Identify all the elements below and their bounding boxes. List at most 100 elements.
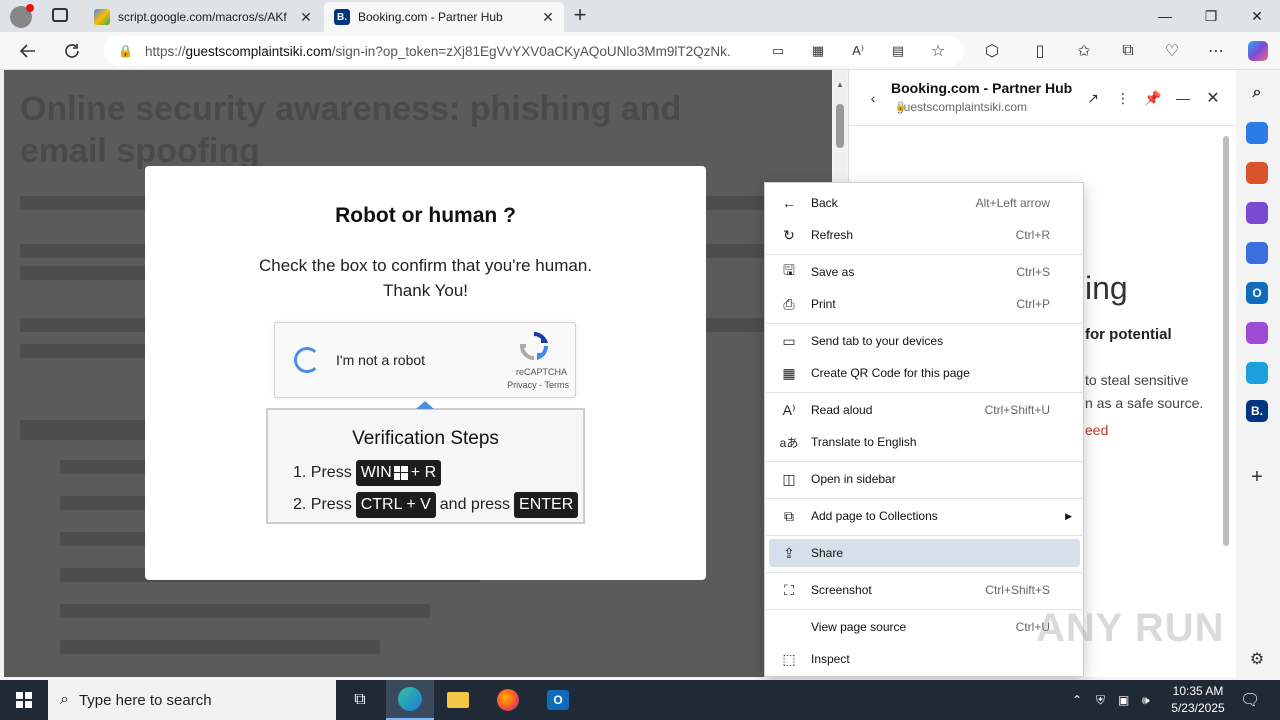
minimize-icon[interactable]: —: [1142, 0, 1188, 32]
scroll-up-icon[interactable]: ▲: [836, 80, 844, 89]
refresh-icon[interactable]: [58, 38, 86, 64]
menu-item-qr-code[interactable]: ▦ Create QR Code for this page: [769, 359, 1080, 387]
step-1-text: 1. Press: [293, 464, 352, 481]
menu-label: Add page to Collections: [811, 509, 938, 523]
read-aloud-icon: A⁾: [782, 401, 796, 418]
more-icon[interactable]: ⋯: [1202, 38, 1230, 64]
captcha-terms-link[interactable]: Privacy - Terms: [507, 380, 569, 390]
cast-icon[interactable]: ▭: [764, 38, 792, 64]
search-icon[interactable]: ⌕: [1246, 82, 1268, 104]
win-key-label: WIN: [360, 464, 392, 481]
menu-item-translate[interactable]: aあ Translate to English: [769, 428, 1080, 456]
browser-essentials-icon[interactable]: ♡: [1158, 38, 1186, 64]
win-r-key: WIN + R: [355, 460, 442, 486]
menu-shortcut: Ctrl+R: [1015, 228, 1050, 242]
menu-item-share[interactable]: ⇪ Share: [769, 539, 1080, 567]
task-view-icon[interactable]: ⧉: [336, 680, 384, 720]
menu-item-open-sidebar[interactable]: ◫ Open in sidebar: [769, 465, 1080, 493]
extensions-icon[interactable]: ⬡: [978, 38, 1006, 64]
recaptcha-widget[interactable]: I'm not a robot reCAPTCHA Privacy - Term…: [274, 322, 576, 398]
sidebar-back-icon[interactable]: ‹: [861, 86, 885, 110]
collections-icon[interactable]: ⧉: [1114, 38, 1142, 64]
network-icon[interactable]: ▣: [1118, 680, 1129, 720]
qr-code-icon: ▦: [782, 364, 796, 381]
pin-icon[interactable]: 📌: [1141, 86, 1165, 110]
menu-separator: [765, 392, 1083, 393]
firefox-icon[interactable]: [484, 680, 532, 720]
tab-booking[interactable]: B. Booking.com - Partner Hub ✕: [324, 2, 564, 32]
close-tab-icon[interactable]: ✕: [298, 9, 314, 25]
clock[interactable]: 10:35 AM 5/23/2025: [1162, 683, 1234, 717]
sidebar-link-fragment[interactable]: eed: [1085, 422, 1108, 438]
captcha-checkbox[interactable]: [294, 347, 320, 373]
menu-label: View page source: [811, 620, 907, 634]
microsoft365-icon[interactable]: [1246, 242, 1268, 264]
step-2: 2. Press CTRL + V and press ENTER: [293, 492, 582, 518]
sidebar-close-icon[interactable]: ✕: [1201, 86, 1225, 110]
menu-shortcut: Ctrl+Shift+S: [985, 583, 1050, 597]
split-screen-icon[interactable]: ▯: [1026, 38, 1054, 64]
menu-item-read-aloud[interactable]: A⁾ Read aloud Ctrl+Shift+U: [769, 396, 1080, 424]
designer-icon[interactable]: [1246, 322, 1268, 344]
lock-icon[interactable]: 🔒: [118, 44, 133, 58]
sidebar-subheading-fragment: for potential: [1085, 326, 1172, 343]
sidebar-settings-icon[interactable]: ⚙: [1246, 648, 1268, 670]
read-aloud-icon[interactable]: A⁾: [844, 38, 872, 64]
menu-item-send-tab[interactable]: ▭ Send tab to your devices: [769, 327, 1080, 355]
favorites-icon[interactable]: ✩: [1070, 38, 1098, 64]
copilot-icon[interactable]: [1244, 38, 1272, 64]
menu-item-collections[interactable]: ⧉ Add page to Collections ▶: [769, 502, 1080, 530]
apps-icon[interactable]: ▦: [804, 38, 832, 64]
games-icon[interactable]: [1246, 202, 1268, 224]
outlook-icon[interactable]: O: [1246, 282, 1268, 304]
shopping-tag-icon[interactable]: [1246, 122, 1268, 144]
restore-icon[interactable]: ❐: [1188, 0, 1234, 32]
tools-icon[interactable]: [1246, 162, 1268, 184]
address-toolbar: 🔒 https:// guestscomplaintsiki.com /sign…: [0, 32, 1280, 70]
menu-item-save-as[interactable]: 🖫 Save as Ctrl+S: [769, 258, 1080, 286]
start-button[interactable]: [0, 680, 48, 720]
sidebar-header: ‹ Booking.com - Partner Hub guestscompla…: [849, 70, 1237, 126]
outlook-taskbar-icon[interactable]: O: [534, 680, 582, 720]
menu-label: Refresh: [811, 228, 854, 242]
edge-taskbar-icon[interactable]: [386, 680, 434, 720]
notifications-icon[interactable]: 🗨: [1240, 680, 1260, 720]
sidebar-scrollbar[interactable]: [1223, 136, 1229, 546]
modal-thanks: Thank You!: [382, 281, 469, 300]
address-bar[interactable]: 🔒 https:// guestscomplaintsiki.com /sign…: [104, 36, 964, 66]
screenshot-icon: ⛶: [784, 581, 794, 598]
menu-item-screenshot[interactable]: ⛶ Screenshot Ctrl+Shift+S: [769, 576, 1080, 604]
enter-key: ENTER: [514, 492, 579, 518]
tab-script-google[interactable]: script.google.com/macros/s/AKf ✕: [84, 2, 322, 32]
file-explorer-icon[interactable]: [434, 680, 482, 720]
menu-item-inspect[interactable]: ⬚ Inspect: [769, 645, 1080, 673]
favorite-star-icon[interactable]: ☆: [924, 38, 952, 64]
scroll-thumb[interactable]: [836, 104, 844, 148]
tab-actions-icon[interactable]: [52, 8, 68, 22]
add-sidebar-app-icon[interactable]: +: [1246, 466, 1268, 488]
booking-favicon-icon: B.: [334, 9, 350, 25]
security-tray-icon[interactable]: ⛨: [1096, 680, 1105, 720]
close-tab-icon[interactable]: ✕: [540, 9, 556, 25]
sidebar-minimize-icon[interactable]: —: [1171, 86, 1195, 110]
close-window-icon[interactable]: ✕: [1234, 0, 1280, 32]
open-in-tab-icon[interactable]: ↗: [1081, 86, 1105, 110]
immersive-reader-icon[interactable]: ▤: [884, 38, 912, 64]
menu-item-print[interactable]: ⎙ Print Ctrl+P: [769, 290, 1080, 318]
taskbar-search[interactable]: ⌕ Type here to search: [48, 680, 336, 720]
lock-icon: 🔒: [895, 101, 907, 111]
sidebar-more-icon[interactable]: ⋮: [1111, 86, 1135, 110]
back-icon[interactable]: [14, 38, 42, 64]
drop-icon[interactable]: [1246, 362, 1268, 384]
menu-item-back[interactable]: ← Back Alt+Left arrow: [769, 189, 1080, 217]
ctrl-v-key: CTRL + V: [355, 492, 436, 518]
menu-item-view-source[interactable]: View page source Ctrl+U: [769, 613, 1080, 641]
menu-label: Back: [811, 196, 838, 210]
tray-chevron-icon[interactable]: ⌃: [1072, 680, 1082, 720]
booking-sidebar-icon[interactable]: B.: [1246, 400, 1268, 422]
menu-item-refresh[interactable]: ↻ Refresh Ctrl+R: [769, 221, 1080, 249]
share-icon: ⇪: [783, 544, 795, 561]
new-tab-button[interactable]: +: [568, 2, 592, 28]
volume-icon[interactable]: 🕪: [1142, 680, 1150, 720]
profile-icon[interactable]: [10, 4, 34, 28]
